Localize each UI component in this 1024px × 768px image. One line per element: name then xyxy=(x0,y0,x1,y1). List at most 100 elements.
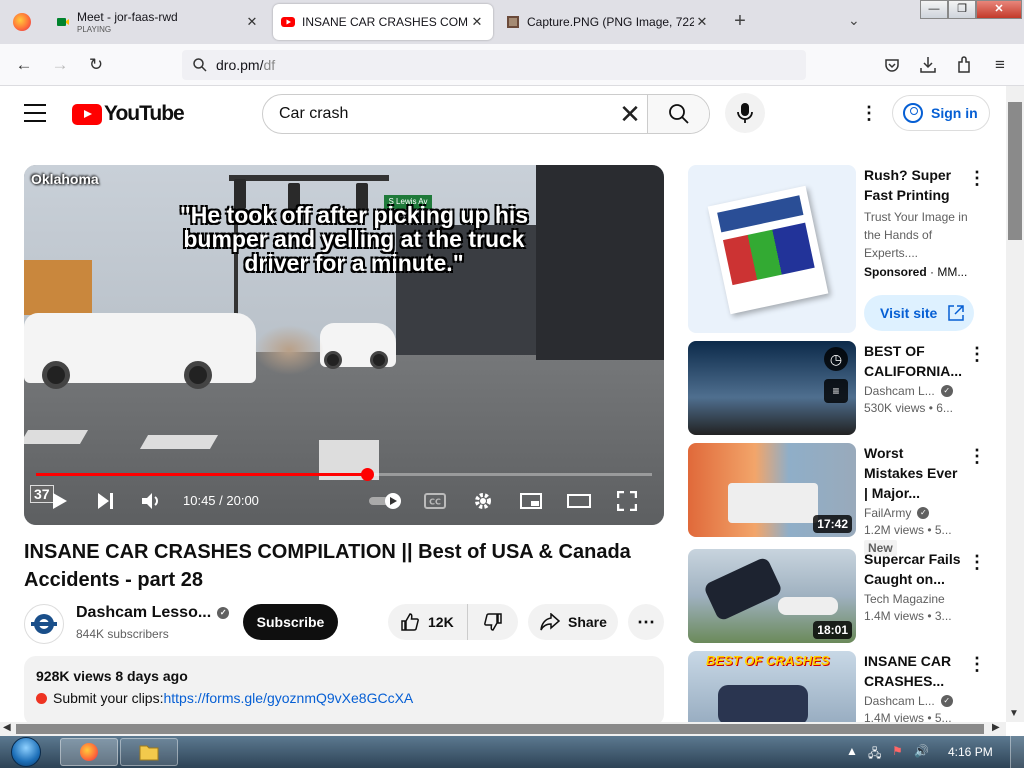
share-icon xyxy=(540,613,560,631)
guide-menu-icon[interactable] xyxy=(24,104,46,122)
channel-avatar[interactable] xyxy=(24,604,64,644)
close-icon[interactable]: ✕ xyxy=(244,14,260,30)
show-hidden-icons[interactable]: ▲ xyxy=(846,744,858,758)
close-icon[interactable]: ✕ xyxy=(469,14,485,30)
video-title[interactable]: Supercar Fails Caught on... xyxy=(864,549,964,589)
video-title[interactable]: Worst Mistakes Ever | Major... xyxy=(864,443,964,503)
forward-icon[interactable]: → xyxy=(48,53,72,77)
theater-mode-button[interactable] xyxy=(566,487,592,515)
description-box[interactable]: 928K views 8 days ago Submit your clips:… xyxy=(24,656,664,726)
ad-title[interactable]: Rush? Super Fast Printing xyxy=(864,165,974,205)
channel-name-link[interactable]: Dashcam Lesso... ✓ xyxy=(76,604,230,622)
taskbar-explorer[interactable] xyxy=(120,738,178,766)
fullscreen-icon xyxy=(617,491,637,511)
more-options-icon[interactable]: ⋮ xyxy=(968,553,986,571)
close-icon[interactable]: ✕ xyxy=(694,14,710,30)
ad-thumbnail[interactable] xyxy=(688,165,856,333)
like-button[interactable]: 12K xyxy=(388,604,468,640)
tab-title: INSANE CAR CRASHES COMPIL xyxy=(302,15,469,29)
video-title[interactable]: BEST OF CALIFORNIA... xyxy=(864,341,964,381)
more-options-icon[interactable]: ⋮ xyxy=(968,345,986,363)
settings-button[interactable] xyxy=(470,487,496,515)
more-options-icon[interactable]: ⋮ xyxy=(968,169,986,187)
video-title[interactable]: INSANE CAR CRASHES... xyxy=(864,651,964,691)
more-actions-button[interactable]: ⋯ xyxy=(628,604,664,640)
tab-title: Meet - jor-faas-rwd xyxy=(77,10,178,24)
action-center-icon[interactable]: ⚑ xyxy=(892,744,903,758)
scroll-right-icon[interactable]: ▶ xyxy=(992,722,1000,733)
new-tab-button[interactable]: + xyxy=(728,10,752,34)
url-bar[interactable]: dro.pm/df xyxy=(182,50,806,80)
network-icon[interactable]: 🖧 xyxy=(868,744,881,765)
channel-name[interactable]: Dashcam L... xyxy=(864,384,935,398)
sign-in-button[interactable]: Sign in xyxy=(892,95,990,131)
settings-more-icon[interactable]: ⋮ xyxy=(860,104,878,122)
sidebar-video[interactable]: 18:01 Supercar Fails Caught on... Tech M… xyxy=(688,549,988,643)
show-desktop-button[interactable] xyxy=(1010,736,1024,768)
subscribe-button[interactable]: Subscribe xyxy=(243,604,338,640)
scroll-down-icon[interactable]: ▼ xyxy=(1009,708,1019,719)
add-to-queue-icon[interactable]: ≡ xyxy=(824,379,848,403)
reload-icon[interactable]: ↻ xyxy=(84,53,108,77)
horizontal-scrollbar[interactable]: ◀ ▶ xyxy=(0,722,1006,736)
tab-youtube[interactable]: INSANE CAR CRASHES COMPIL ✕ xyxy=(273,4,493,40)
downloads-icon[interactable] xyxy=(920,56,936,74)
dislike-button[interactable] xyxy=(468,604,518,640)
volume-icon[interactable]: 🔊 xyxy=(914,744,929,758)
sidebar-video[interactable]: 17:42 Worst Mistakes Ever | Major... Fai… xyxy=(688,443,988,556)
back-icon[interactable]: ← xyxy=(12,53,36,77)
channel-name[interactable]: Tech Magazine xyxy=(864,592,964,606)
pocket-icon[interactable] xyxy=(884,57,900,73)
youtube-logo[interactable]: YouTube xyxy=(72,102,185,126)
voice-search-button[interactable] xyxy=(725,93,765,133)
sidebar-video[interactable]: BEST OF CRASHES INSANE CAR CRASHES... Da… xyxy=(688,651,988,722)
mute-button[interactable] xyxy=(140,487,164,515)
restore-icon[interactable]: ❐ xyxy=(948,0,976,19)
video-thumbnail[interactable]: 17:42 xyxy=(688,443,856,537)
more-options-icon[interactable]: ⋮ xyxy=(968,655,986,673)
play-button[interactable] xyxy=(48,487,72,515)
video-title: INSANE CAR CRASHES COMPILATION || Best o… xyxy=(24,541,631,591)
tab-capture[interactable]: Capture.PNG (PNG Image, 722 ✕ xyxy=(498,4,718,40)
subtitles-button[interactable]: CC xyxy=(422,487,448,515)
channel-name[interactable]: Dashcam L... xyxy=(864,694,935,708)
sidebar-ad[interactable]: Rush? Super Fast Printing Trust Your Ima… xyxy=(688,165,988,335)
search-button[interactable] xyxy=(647,95,709,133)
vertical-scrollbar[interactable]: ▼ xyxy=(1006,86,1024,722)
miniplayer-button[interactable] xyxy=(518,487,544,515)
autoplay-toggle[interactable] xyxy=(368,487,404,515)
firefox-icon xyxy=(13,13,31,31)
next-button[interactable] xyxy=(94,487,118,515)
progress-bar[interactable] xyxy=(36,468,652,481)
gear-icon xyxy=(475,493,491,509)
app-menu-icon[interactable]: ≡ xyxy=(988,53,1012,77)
list-all-tabs-icon[interactable]: ⌄ xyxy=(848,12,860,29)
video-player[interactable]: S Lewis Av Oklahoma "He took off after p… xyxy=(24,165,664,525)
clear-search-icon[interactable]: ✕ xyxy=(613,99,647,130)
tab-meet[interactable]: Meet - jor-faas-rwd PLAYING ✕ xyxy=(48,4,268,40)
minimize-icon[interactable]: — xyxy=(920,0,948,19)
scrollbar-thumb[interactable] xyxy=(1008,102,1022,240)
submission-link[interactable]: https://forms.gle/gyoznmQ9vXe8GCcXA xyxy=(163,690,413,706)
progress-scrubber[interactable] xyxy=(361,468,375,481)
video-thumbnail[interactable]: BEST OF CRASHES xyxy=(688,651,856,722)
video-thumbnail[interactable]: ◷ ≡ xyxy=(688,341,856,435)
close-window-icon[interactable]: ✕ xyxy=(976,0,1022,19)
clock[interactable]: 4:16 PM xyxy=(948,745,993,759)
watch-later-icon[interactable]: ◷ xyxy=(824,347,848,371)
firefox-view-button[interactable] xyxy=(0,0,44,44)
extensions-icon[interactable] xyxy=(956,56,972,74)
search-input[interactable]: Car crash xyxy=(263,105,613,123)
scrollbar-thumb[interactable] xyxy=(16,724,984,734)
visit-site-button[interactable]: Visit site xyxy=(864,295,974,331)
taskbar-firefox[interactable] xyxy=(60,738,118,766)
channel-name[interactable]: FailArmy xyxy=(864,506,911,520)
video-meta: 1.4M views • 5... xyxy=(864,711,952,722)
more-options-icon[interactable]: ⋮ xyxy=(968,447,986,465)
start-button[interactable] xyxy=(6,736,46,768)
sidebar-video[interactable]: ◷ ≡ BEST OF CALIFORNIA... Dashcam L... ✓ … xyxy=(688,341,988,435)
fullscreen-button[interactable] xyxy=(614,487,640,515)
video-thumbnail[interactable]: 18:01 xyxy=(688,549,856,643)
scroll-left-icon[interactable]: ◀ xyxy=(3,722,11,733)
share-button[interactable]: Share xyxy=(528,604,618,640)
